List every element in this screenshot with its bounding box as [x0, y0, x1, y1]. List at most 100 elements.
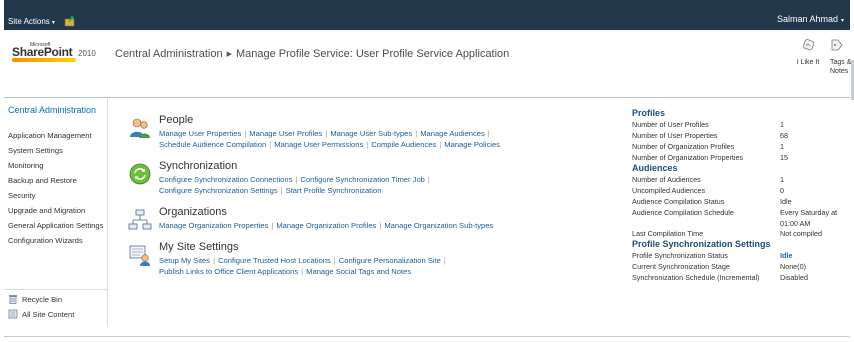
link-setup-my-sites[interactable]: Setup My Sites	[159, 256, 210, 265]
my-site-settings-links: Setup My Sites | Configure Trusted Host Lo…	[159, 256, 446, 276]
nav-home-central-administration[interactable]: Central Administration	[8, 105, 104, 115]
stat-value: 0	[780, 186, 784, 195]
logo-swoosh	[12, 58, 76, 62]
stat-label: Number of User Profiles	[632, 120, 709, 129]
stat-row: Number of User Profiles 1	[632, 119, 844, 130]
stat-label: Current Synchronization Stage	[632, 262, 730, 271]
stat-value: None(0)	[780, 262, 806, 271]
thumbs-up-icon	[803, 39, 815, 51]
user-menu[interactable]: Salman Ahmad ▾	[777, 14, 844, 24]
nav-item-general-application-settings[interactable]: General Application Settings	[8, 221, 108, 231]
all-site-content-label: All Site Content	[22, 309, 75, 319]
recycle-bin-label: Recycle Bin	[22, 294, 63, 304]
site-actions-label: Site Actions	[8, 17, 50, 26]
nav-item-monitoring[interactable]: Monitoring	[8, 161, 108, 171]
profile-statistics-panel: Profiles Number of User Profiles 1 Number…	[632, 108, 844, 283]
nav-bottom-links: Recycle Bin All Site Content	[4, 289, 108, 324]
link-configure-trusted-host-locations[interactable]: Configure Trusted Host Locations	[218, 256, 331, 265]
stat-row: Last Compilation Time Not compiled	[632, 228, 844, 239]
link-manage-user-permissions[interactable]: Manage User Permissions	[274, 140, 363, 149]
page-bottom-divider	[4, 336, 850, 337]
nav-items: Application Management System Settings M…	[8, 131, 108, 251]
stat-row: Uncompiled Audiences 0	[632, 185, 844, 196]
link-configure-synchronization-connections[interactable]: Configure Synchronization Connections	[159, 175, 292, 184]
link-compile-audiences[interactable]: Compile Audiences	[371, 140, 436, 149]
section-title-people: People	[159, 114, 194, 126]
stat-row: Synchronization Schedule (Incremental) Di…	[632, 272, 844, 283]
breadcrumb: Central Administration ▶ Manage Profile Se…	[115, 48, 509, 60]
my-site-icon	[129, 245, 150, 266]
stat-value: 68	[780, 131, 788, 140]
nav-item-application-management[interactable]: Application Management	[8, 131, 108, 141]
site-actions-menu[interactable]: Site Actions ▾	[8, 17, 55, 26]
stat-value-line: 01:00 AM	[780, 219, 811, 228]
stat-value: 1	[780, 142, 784, 151]
section-title-my-site-settings: My Site Settings	[159, 241, 239, 253]
stat-row: Number of User Properties 68	[632, 130, 844, 141]
stat-value-line: Every Saturday at	[780, 208, 838, 217]
stat-label: Synchronization Schedule (Incremental)	[632, 273, 760, 282]
link-schedule-audience-compilation[interactable]: Schedule Audience Compilation	[159, 140, 266, 149]
stat-label: Number of Organization Profiles	[632, 142, 735, 151]
top-ribbon-bar: Site Actions ▾ Salman Ahmad ▾	[4, 0, 850, 30]
all-site-content-link[interactable]: All Site Content	[8, 309, 108, 319]
sync-status-link[interactable]: Idle	[780, 250, 792, 261]
nav-item-backup-and-restore[interactable]: Backup and Restore	[8, 176, 108, 186]
link-manage-audiences[interactable]: Manage Audiences	[420, 129, 485, 138]
chevron-down-icon: ▾	[51, 20, 55, 26]
stats-heading-profiles: Profiles	[632, 108, 666, 118]
link-manage-user-profiles[interactable]: Manage User Profiles	[249, 129, 322, 138]
stat-label: Number of Audiences	[632, 175, 701, 184]
breadcrumb-root-link[interactable]: Central Administration	[115, 48, 223, 60]
stat-row: Current Synchronization Stage None(0)	[632, 261, 844, 272]
logo-year-text: 2010	[78, 49, 96, 58]
i-like-it-button[interactable]: I Like It	[790, 38, 826, 67]
section-title-synchronization: Synchronization	[159, 160, 238, 172]
stat-label: Number of User Properties	[632, 131, 718, 140]
nav-item-upgrade-and-migration[interactable]: Upgrade and Migration	[8, 206, 108, 216]
user-name: Salman Ahmad	[776, 14, 838, 24]
stat-value: Idle	[780, 197, 792, 206]
stat-label: Number of Organization Properties	[632, 153, 744, 162]
recycle-bin-icon	[9, 295, 17, 304]
link-configure-synchronization-settings[interactable]: Configure Synchronization Settings	[159, 186, 278, 195]
nav-item-system-settings[interactable]: System Settings	[8, 146, 108, 156]
logo-product-text: SharePoint	[12, 45, 73, 59]
page-header: Microsoft SharePoint 2010 Central Admini…	[4, 30, 854, 100]
link-manage-user-properties[interactable]: Manage User Properties	[159, 129, 241, 138]
page-title: Manage Profile Service: User Profile Ser…	[236, 48, 510, 60]
link-manage-organization-profiles[interactable]: Manage Organization Profiles	[276, 221, 376, 230]
link-publish-links-to-office-client-applications[interactable]: Publish Links to Office Client Applicati…	[159, 267, 298, 276]
org-chart-icon	[128, 209, 152, 230]
stat-label: Audience Compilation Schedule	[632, 208, 734, 217]
link-manage-social-tags-and-notes[interactable]: Manage Social Tags and Notes	[306, 267, 411, 276]
stat-row: Number of Organization Properties 15	[632, 152, 844, 163]
breadcrumb-separator-icon: ▶	[226, 51, 232, 58]
stat-value: Not compiled	[780, 229, 822, 238]
link-configure-personalization-site[interactable]: Configure Personalization Site	[339, 256, 441, 265]
link-manage-policies[interactable]: Manage Policies	[444, 140, 500, 149]
link-manage-organization-properties[interactable]: Manage Organization Properties	[159, 221, 268, 230]
sharepoint-logo[interactable]: Microsoft SharePoint 2010	[12, 42, 108, 64]
link-manage-organization-sub-types[interactable]: Manage Organization Sub-types	[384, 221, 493, 230]
link-start-profile-synchronization[interactable]: Start Profile Synchronization	[286, 186, 382, 195]
link-configure-synchronization-timer-job[interactable]: Configure Synchronization Timer Job	[300, 175, 425, 184]
navigate-up-icon[interactable]	[64, 15, 76, 27]
stat-row: Profile Synchronization Status Idle	[632, 250, 844, 261]
synchronization-links: Configure Synchronization Connections | Co…	[159, 175, 430, 195]
stat-value: Disabled	[780, 273, 808, 282]
nav-item-security[interactable]: Security	[8, 191, 108, 201]
stat-label: Audience Compilation Status	[632, 197, 725, 206]
nav-item-configuration-wizards[interactable]: Configuration Wizards	[8, 236, 108, 246]
stat-label: Uncompiled Audiences	[632, 186, 706, 195]
stats-heading-profile-synchronization-settings: Profile Synchronization Settings	[632, 239, 771, 249]
stat-value: 15	[780, 153, 788, 162]
recycle-bin-link[interactable]: Recycle Bin	[8, 294, 108, 304]
stat-row: Audience Compilation Status Idle	[632, 196, 844, 207]
site-content-icon	[8, 309, 18, 319]
people-links: Manage User Properties | Manage User Profi…	[159, 129, 500, 149]
stat-row: Audience Compilation Schedule Every Satur…	[632, 207, 844, 228]
link-manage-user-sub-types[interactable]: Manage User Sub-types	[330, 129, 412, 138]
stat-label: Last Compilation Time	[632, 229, 704, 238]
tag-icon	[831, 39, 843, 51]
